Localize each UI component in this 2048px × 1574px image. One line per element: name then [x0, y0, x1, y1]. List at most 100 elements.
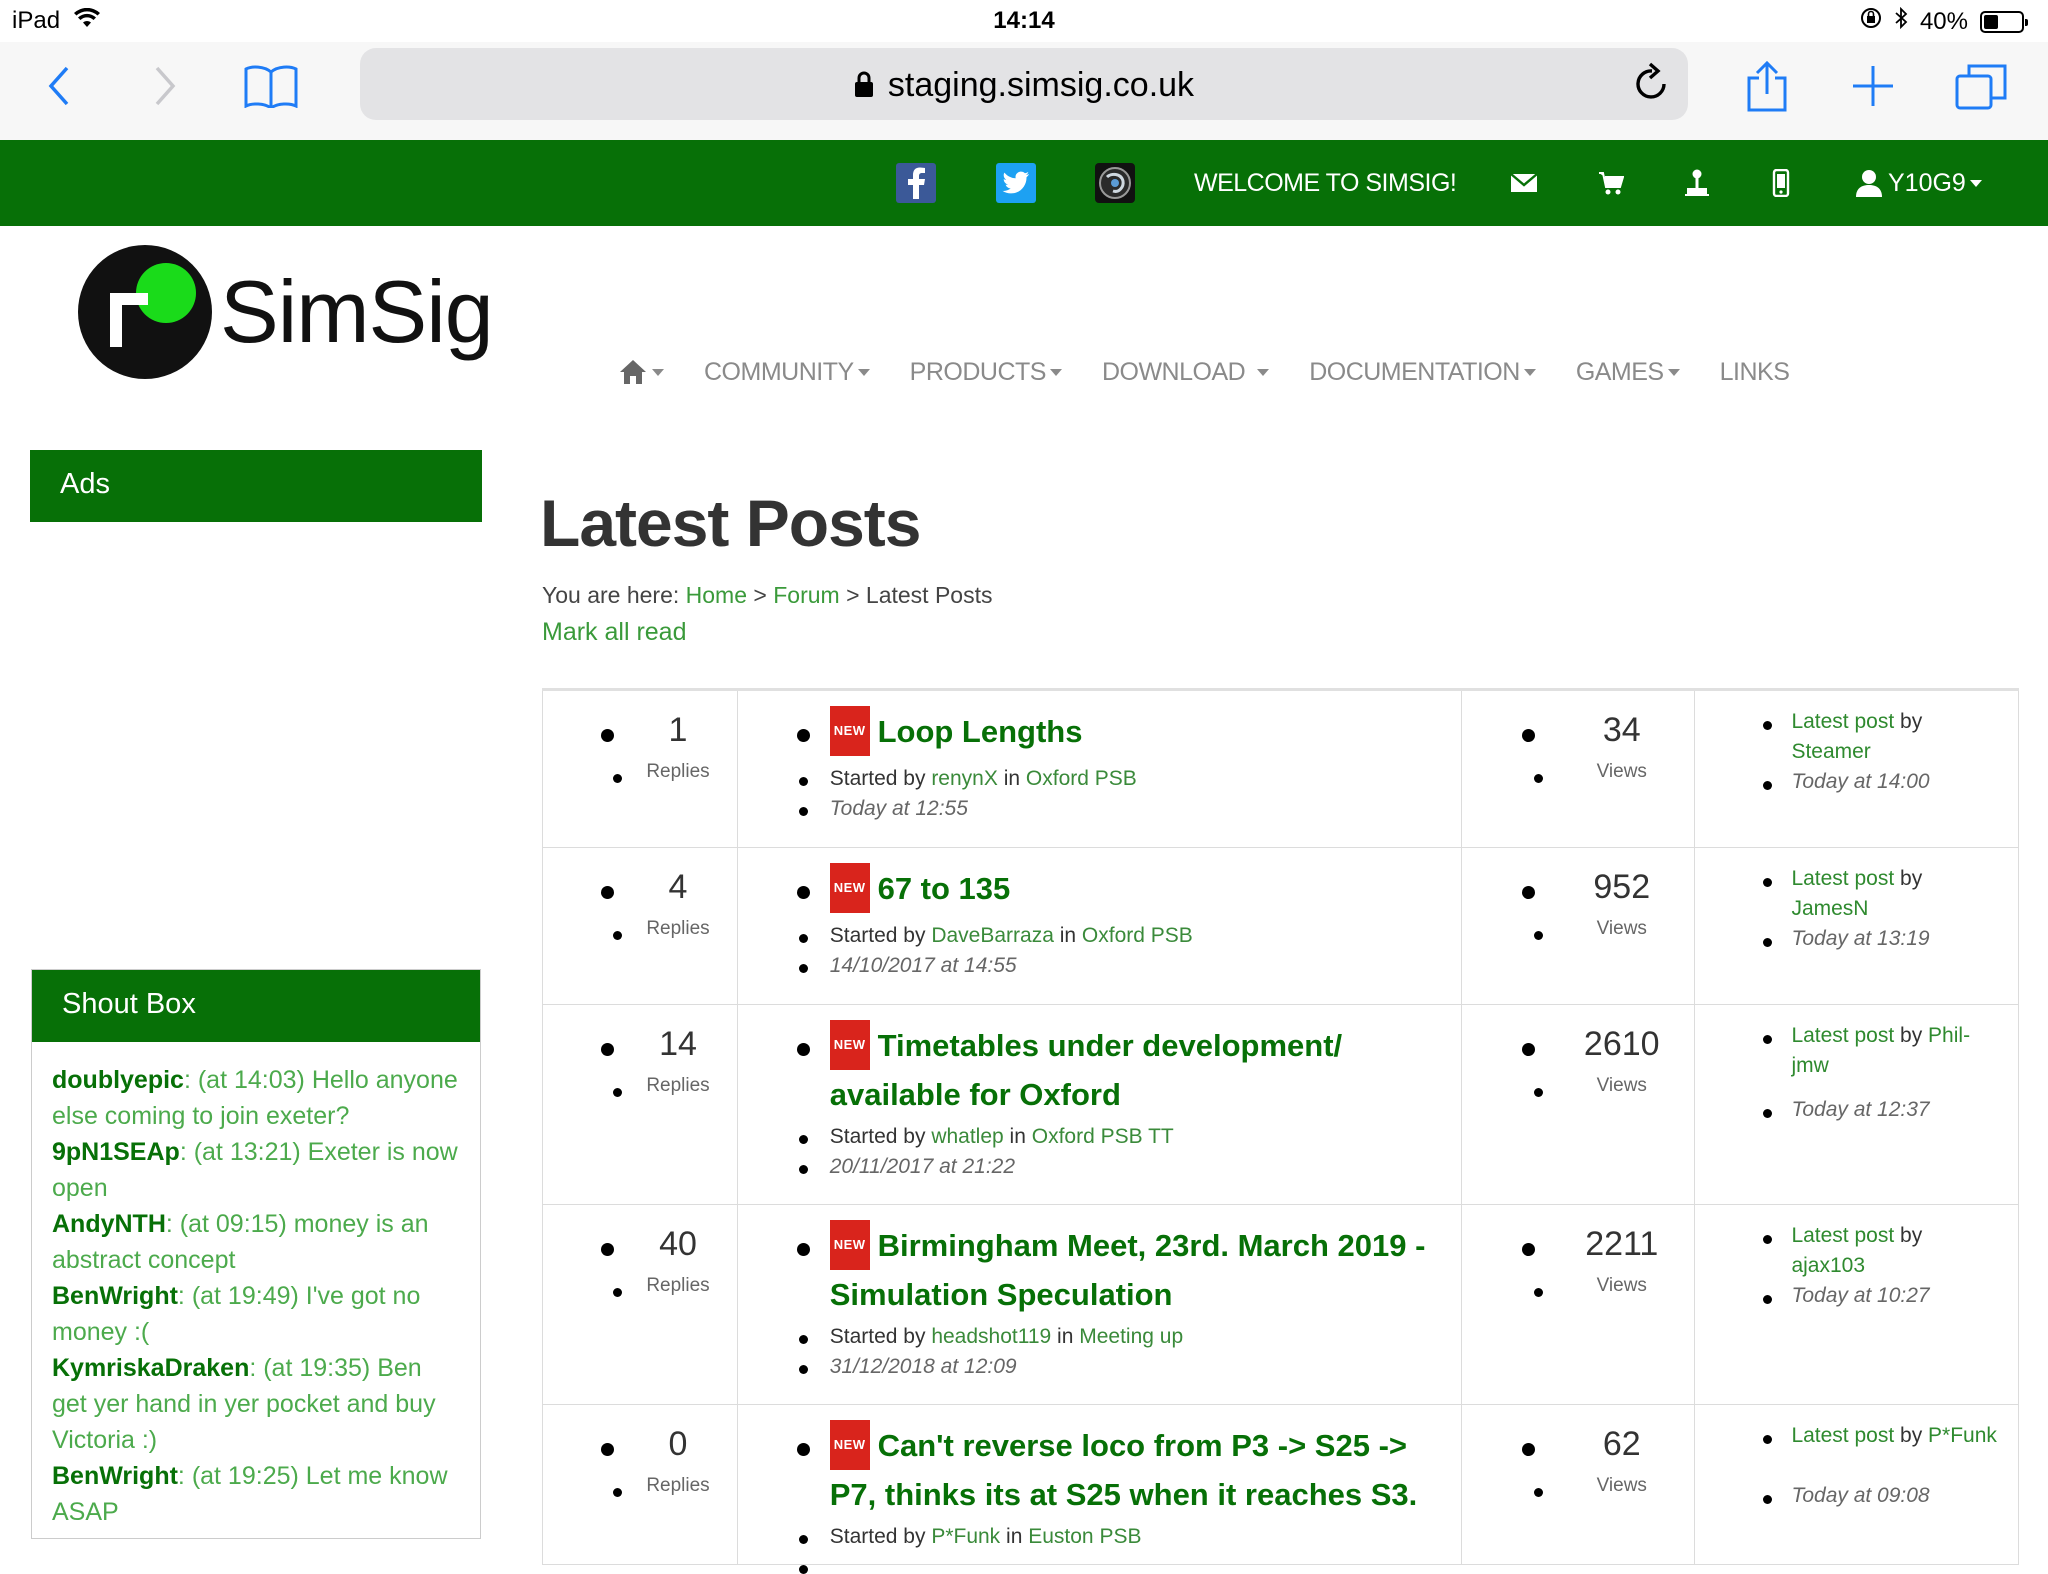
- view-count: 2610: [1583, 1025, 1660, 1063]
- latest-post-date: Today at 12:37: [1791, 1098, 1930, 1121]
- started-by-label: Started by: [829, 1325, 926, 1348]
- reload-icon[interactable]: [1634, 62, 1670, 107]
- latest-author-link[interactable]: Steamer: [1791, 740, 1870, 763]
- site-logo[interactable]: SimSig: [78, 245, 494, 379]
- forum-link[interactable]: Meeting up: [1079, 1325, 1183, 1348]
- topic-cell: NEW Loop Lengths Started by renynX in Oxfo…: [738, 691, 1462, 847]
- joystick-icon[interactable]: [1684, 160, 1710, 206]
- nav-links[interactable]: LINKS: [1720, 358, 1790, 387]
- nav-community-label: COMMUNITY: [704, 357, 854, 386]
- mark-all-read-link[interactable]: Mark all read: [542, 618, 687, 647]
- chevron-down-icon: [1049, 368, 1062, 376]
- latest-author-link[interactable]: JamesN: [1791, 897, 1868, 920]
- twitter-link[interactable]: [996, 160, 1036, 206]
- replies-label: Replies: [646, 918, 710, 939]
- latest-post-link[interactable]: Latest post: [1791, 1224, 1894, 1247]
- nav-games-label: GAMES: [1575, 357, 1664, 386]
- battery-percent: 40%: [1919, 7, 1968, 35]
- latest-author-link[interactable]: ajax103: [1791, 1254, 1865, 1277]
- facebook-link[interactable]: [896, 160, 936, 206]
- mail-icon[interactable]: [1510, 160, 1538, 206]
- mobile-icon[interactable]: [1772, 160, 1790, 206]
- facebook-icon: [896, 163, 936, 203]
- latest-post-cell: Latest post by ajax103 Today at 10:27: [1695, 1205, 2018, 1404]
- nav-community[interactable]: COMMUNITY: [704, 358, 870, 387]
- topic-title-link[interactable]: NEW 67 to 135: [829, 863, 1440, 916]
- forum-link[interactable]: Oxford PSB: [1082, 924, 1193, 947]
- chevron-down-icon: [1667, 368, 1680, 376]
- nav-links-label: LINKS: [1719, 357, 1790, 386]
- topic-title-link[interactable]: NEW Loop Lengths: [829, 706, 1440, 759]
- logo-mark: [78, 245, 212, 379]
- shout-user[interactable]: AndyNTH: [52, 1210, 166, 1238]
- share-button[interactable]: [1732, 56, 1802, 116]
- new-tab-button[interactable]: [1838, 56, 1908, 116]
- nav-download[interactable]: DOWNLOAD: [1102, 358, 1270, 387]
- views-label: Views: [1596, 1075, 1647, 1096]
- topic-title-link[interactable]: NEW Can't reverse loco from P3 -> S25 -> …: [829, 1420, 1440, 1517]
- main-nav: COMMUNITY PRODUCTS DOWNLOAD DOCUMENTATIO…: [618, 352, 1829, 392]
- shout-user[interactable]: BenWright: [52, 1462, 178, 1490]
- logo-text: SimSig: [220, 262, 494, 361]
- address-bar[interactable]: staging.simsig.co.uk: [360, 48, 1688, 120]
- author-link[interactable]: whatlep: [931, 1125, 1003, 1148]
- nav-games[interactable]: GAMES: [1576, 358, 1680, 387]
- started-by-label: Started by: [829, 924, 926, 947]
- latest-post-date: Today at 13:19: [1791, 927, 1930, 950]
- cart-icon[interactable]: [1598, 160, 1624, 206]
- reply-count: 40: [659, 1225, 697, 1263]
- views-cell: 62 Views: [1462, 1405, 1696, 1564]
- teamspeak-link[interactable]: [1095, 160, 1135, 206]
- forward-button[interactable]: [130, 56, 200, 116]
- topic-meta: Started by DaveBarraza in Oxford PSB: [830, 924, 1193, 948]
- author-link[interactable]: P*Funk: [931, 1525, 1000, 1548]
- latest-post-date: Today at 10:27: [1791, 1284, 1930, 1307]
- in-label: in: [1009, 1125, 1026, 1148]
- username: Y10G9: [1888, 168, 1966, 197]
- forum-link[interactable]: Euston PSB: [1028, 1525, 1141, 1548]
- shout-messages: doublyepic: (at 14:03) Hello anyone else…: [32, 1042, 480, 1530]
- shout-message: doublyepic: (at 14:03) Hello anyone else…: [52, 1062, 460, 1134]
- back-button[interactable]: [24, 56, 94, 116]
- topic-date: Today at 12:55: [829, 797, 968, 820]
- latest-author-link[interactable]: P*Funk: [1928, 1424, 1997, 1447]
- forum-link[interactable]: Oxford PSB: [1026, 767, 1137, 790]
- latest-post-link[interactable]: Latest post: [1791, 867, 1894, 890]
- replies-label: Replies: [646, 1075, 710, 1096]
- author-link[interactable]: headshot119: [931, 1325, 1051, 1348]
- browser-toolbar: staging.simsig.co.uk: [0, 42, 2048, 140]
- topic-title-link[interactable]: NEW Birmingham Meet, 23rd. March 2019 - S…: [829, 1220, 1440, 1317]
- breadcrumb-home[interactable]: Home: [686, 582, 747, 608]
- author-link[interactable]: renynX: [931, 767, 998, 790]
- view-count: 62: [1602, 1425, 1641, 1463]
- bookmarks-button[interactable]: [236, 56, 306, 116]
- chevron-down-icon: [1969, 179, 1982, 187]
- shout-user[interactable]: 9pN1SEAp: [52, 1138, 180, 1166]
- forum-link[interactable]: Oxford PSB TT: [1032, 1125, 1174, 1148]
- views-label: Views: [1596, 761, 1647, 782]
- tabs-button[interactable]: [1946, 56, 2016, 116]
- topic-title: Can't reverse loco from P3 -> S25 -> P7,…: [829, 1428, 1418, 1512]
- welcome-text: WELCOME TO SIMSIG!: [1194, 168, 1457, 197]
- author-link[interactable]: DaveBarraza: [931, 924, 1054, 947]
- topic-title-link[interactable]: NEW Timetables under development/ availab…: [829, 1020, 1440, 1117]
- latest-post-link[interactable]: Latest post: [1791, 1424, 1894, 1447]
- latest-post-cell: Latest post by P*Funk Today at 09:08: [1695, 1405, 2018, 1564]
- breadcrumb-prefix: You are here:: [542, 582, 680, 608]
- topic-date: 14/10/2017 at 14:55: [829, 954, 1017, 977]
- table-row: 4 Replies NEW 67 to 135 Started by DaveBarra…: [542, 848, 2019, 1005]
- shout-user[interactable]: KymriskaDraken: [52, 1354, 249, 1382]
- nav-products[interactable]: PRODUCTS: [910, 358, 1062, 387]
- view-count: 2211: [1585, 1225, 1659, 1263]
- latest-post-link[interactable]: Latest post: [1791, 710, 1894, 733]
- latest-post-link[interactable]: Latest post: [1791, 1024, 1894, 1047]
- replies-label: Replies: [646, 1475, 710, 1496]
- nav-documentation[interactable]: DOCUMENTATION: [1309, 358, 1536, 387]
- shout-user[interactable]: doublyepic: [52, 1066, 184, 1094]
- nav-home[interactable]: [618, 358, 664, 386]
- user-menu[interactable]: Y10G9: [1856, 160, 1982, 206]
- shout-user[interactable]: BenWright: [52, 1282, 178, 1310]
- breadcrumb-forum[interactable]: Forum: [773, 582, 839, 608]
- latest-post-date: Today at 14:00: [1791, 770, 1930, 793]
- reply-count: 1: [668, 711, 688, 749]
